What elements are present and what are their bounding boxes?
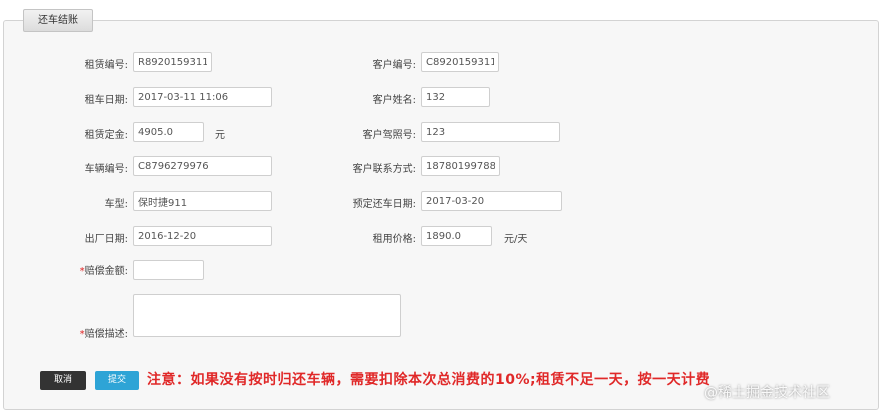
rent-date-field[interactable] [133,87,272,107]
deposit-field[interactable] [133,122,204,142]
submit-button[interactable]: 提交 [95,371,139,390]
contact-field[interactable] [421,156,500,176]
factory-date-label: 出厂日期: [84,234,128,245]
rental-no-field[interactable] [133,52,212,72]
compensation-label: *赔偿金额: [80,262,128,277]
panel-title: 还车结账 [23,9,93,32]
customer-no-label: 客户编号: [372,60,416,71]
cancel-button[interactable]: 取消 [40,371,86,390]
damage-desc-textarea[interactable] [133,294,401,337]
id-card-label: 客户驾照号: [362,130,416,141]
deposit-unit: 元 [215,130,225,141]
id-card-field[interactable] [421,122,560,142]
deposit-label: 租赁定金: [84,130,128,141]
damage-desc-label: *赔偿描述: [80,325,128,340]
price-label: 租用价格: [372,234,416,245]
watermark: @稀土掘金技术社区 [704,385,830,401]
due-date-field[interactable] [421,191,562,211]
damage-desc-label-text: 赔偿描述: [84,329,128,340]
price-field[interactable] [421,226,492,246]
vehicle-no-label: 车辆编号: [84,164,128,175]
price-unit: 元/天 [504,234,528,245]
notice-text: 注意：如果没有按时归还车辆，需要扣除本次总消费的10%;租赁不足一天，按一天计费 [147,372,711,388]
rent-date-label: 租车日期: [84,95,128,106]
factory-date-field[interactable] [133,226,272,246]
contact-label: 客户联系方式: [352,164,416,175]
model-field[interactable] [133,191,272,211]
customer-name-label: 客户姓名: [372,95,416,106]
compensation-field[interactable] [133,260,204,280]
compensation-label-text: 赔偿金额: [84,266,128,277]
vehicle-no-field[interactable] [133,156,272,176]
customer-no-field[interactable] [421,52,499,72]
due-date-label: 预定还车日期: [352,199,416,210]
customer-name-field[interactable] [421,87,490,107]
return-checkout-panel [3,20,879,410]
model-label: 车型: [104,199,128,210]
rental-no-label: 租赁编号: [84,60,128,71]
